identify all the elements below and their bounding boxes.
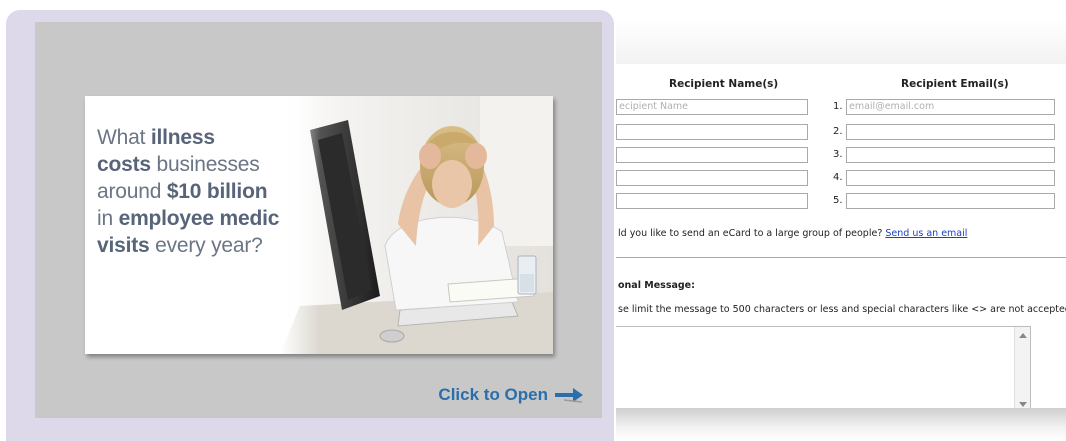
recipient-form: Recipient Name(s) Recipient Email(s) eci… xyxy=(616,20,1066,420)
scroll-down-icon[interactable] xyxy=(1019,402,1027,407)
personal-message-heading: onal Message: xyxy=(618,280,695,291)
bulk-send-prompt: ld you like to send an eCard to a large … xyxy=(618,228,968,239)
row-number: 4. xyxy=(833,172,843,183)
recipient-email-input-3[interactable] xyxy=(846,147,1055,163)
recipient-name-input-5[interactable] xyxy=(616,193,808,209)
row-number: 5. xyxy=(833,195,843,206)
row-number: 3. xyxy=(833,149,843,160)
click-to-open-label: Click to Open xyxy=(438,385,548,404)
section-divider xyxy=(616,257,1066,258)
recipient-email-input-2[interactable] xyxy=(846,124,1055,140)
stressed-woman-photo xyxy=(280,96,553,354)
form-bottom-shadow xyxy=(616,408,1066,441)
form-header-band xyxy=(616,20,1066,64)
ecard-canvas[interactable]: What illness costs businesses around $10… xyxy=(35,22,602,418)
arrow-right-icon xyxy=(555,388,583,403)
send-us-email-link[interactable]: Send us an email xyxy=(885,228,967,239)
recipient-name-input-2[interactable] xyxy=(616,124,808,140)
message-limit-note: se limit the message to 500 characters o… xyxy=(618,304,1066,315)
recipient-email-header: Recipient Email(s) xyxy=(901,78,1009,90)
recipient-name-input-4[interactable] xyxy=(616,170,808,186)
recipient-email-input-1[interactable]: email@email.com xyxy=(846,99,1055,115)
row-number: 2. xyxy=(833,126,843,137)
recipient-name-input-1[interactable]: ecipient Name xyxy=(616,99,808,115)
ecard-image[interactable]: What illness costs businesses around $10… xyxy=(85,96,553,354)
textarea-scrollbar[interactable] xyxy=(1014,327,1030,413)
click-to-open-button[interactable]: Click to Open xyxy=(438,385,584,405)
recipient-name-header: Recipient Name(s) xyxy=(669,78,779,90)
recipient-name-input-3[interactable] xyxy=(616,147,808,163)
scroll-up-icon[interactable] xyxy=(1019,333,1027,338)
recipient-email-input-4[interactable] xyxy=(846,170,1055,186)
ecard-frame: What illness costs businesses around $10… xyxy=(6,10,614,441)
row-number: 1. xyxy=(833,101,843,112)
personal-message-textarea[interactable] xyxy=(616,326,1031,414)
recipient-email-input-5[interactable] xyxy=(846,193,1055,209)
